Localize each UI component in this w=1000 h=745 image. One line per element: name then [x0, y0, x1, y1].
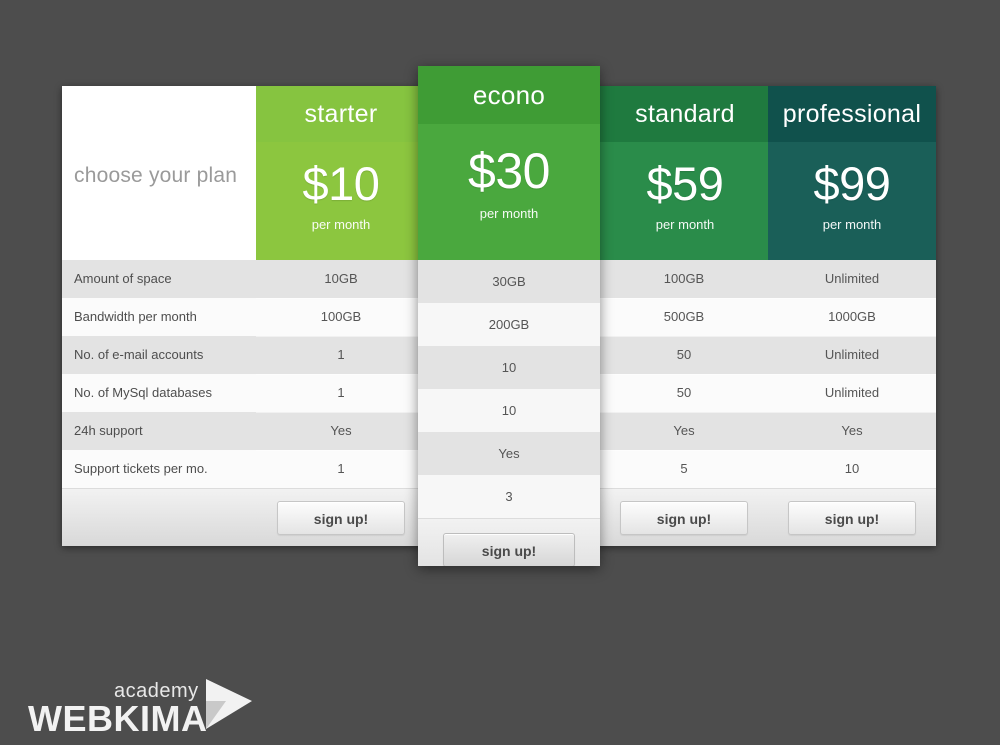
feature-value-professional: Unlimited: [824, 347, 880, 362]
plan-header-professional: professional $99 per month: [768, 86, 936, 260]
plan-price-econo: $30: [468, 143, 550, 199]
plan-price-starter: $10: [302, 157, 380, 210]
feature-table-econo: 30GB 200GB 10 10 Yes 3: [418, 260, 600, 518]
plan-price-professional: $99: [813, 157, 891, 210]
plan-period-standard: per month: [655, 217, 715, 232]
logo-webkima-text: WEBKIMA: [28, 698, 208, 739]
feature-value-starter: 1: [337, 347, 345, 362]
signup-button-starter[interactable]: sign up!: [277, 501, 405, 535]
plan-name-econo: econo: [418, 66, 600, 124]
page-title: choose your plan: [74, 164, 238, 187]
feature-value-econo: 200GB: [418, 303, 600, 346]
plan-price-block-econo: $30 per month: [418, 124, 600, 260]
signup-slot-professional: sign up!: [768, 501, 936, 535]
brand-logo: academy WEBKIMA: [28, 678, 252, 739]
feature-label: No. of MySql databases: [74, 385, 213, 400]
plan-period-professional: per month: [822, 217, 882, 232]
feature-value-starter: Yes: [330, 423, 352, 438]
feature-label: 24h support: [74, 423, 143, 438]
signup-button-standard[interactable]: sign up!: [620, 501, 748, 535]
plan-price-block-starter: $10 per month: [256, 142, 426, 260]
feature-value-econo: 10: [418, 389, 600, 432]
plan-header-standard: standard $59 per month: [600, 86, 770, 260]
plan-price-standard: $59: [646, 157, 724, 210]
signup-button-professional[interactable]: sign up!: [788, 501, 916, 535]
plan-price-block-standard: $59 per month: [600, 142, 770, 260]
feature-value-professional: Yes: [841, 423, 863, 438]
plan-label-column: choose your plan: [62, 86, 256, 260]
feature-value-standard: 100GB: [663, 271, 705, 286]
plan-name-professional: professional: [768, 86, 936, 142]
plan-header-starter: starter $10 per month: [256, 86, 426, 260]
signup-button-econo[interactable]: sign up!: [443, 533, 575, 566]
feature-value-professional: 10: [844, 461, 860, 476]
feature-value-professional: 1000GB: [828, 309, 876, 324]
feature-value-starter: 100GB: [320, 309, 362, 324]
signup-slot-econo: sign up!: [418, 518, 600, 566]
play-arrow-icon: [206, 679, 252, 729]
feature-value-starter: 1: [337, 385, 345, 400]
feature-label: Bandwidth per month: [74, 309, 197, 324]
feature-value-standard: 50: [676, 347, 692, 362]
feature-value-professional: Unlimited: [824, 385, 880, 400]
feature-value-standard: 500GB: [663, 309, 705, 324]
pricing-table: choose your plan starter $10 per month s…: [62, 66, 936, 566]
feature-value-standard: 50: [676, 385, 692, 400]
plan-period-econo: per month: [479, 206, 539, 221]
plan-price-block-professional: $99 per month: [768, 142, 936, 260]
feature-value-econo: 30GB: [418, 260, 600, 303]
feature-label: No. of e-mail accounts: [74, 347, 204, 362]
feature-value-professional: Unlimited: [824, 271, 880, 286]
signup-slot-standard: sign up!: [600, 501, 768, 535]
feature-value-standard: Yes: [673, 423, 695, 438]
plan-period-starter: per month: [311, 217, 371, 232]
feature-value-standard: 5: [680, 461, 688, 476]
feature-value-starter: 1: [337, 461, 345, 476]
signup-slot-starter: sign up!: [256, 501, 426, 535]
feature-value-econo: 3: [418, 475, 600, 518]
pricing-card-featured-econo: econo $30 per month 30GB 200GB 10 10 Yes…: [418, 66, 600, 566]
plan-name-standard: standard: [600, 86, 770, 142]
feature-label: Amount of space: [74, 271, 172, 286]
feature-value-starter: 10GB: [324, 271, 358, 286]
plan-name-starter: starter: [256, 86, 426, 142]
feature-label: Support tickets per mo.: [74, 461, 208, 476]
feature-value-econo: Yes: [418, 432, 600, 475]
feature-value-econo: 10: [418, 346, 600, 389]
